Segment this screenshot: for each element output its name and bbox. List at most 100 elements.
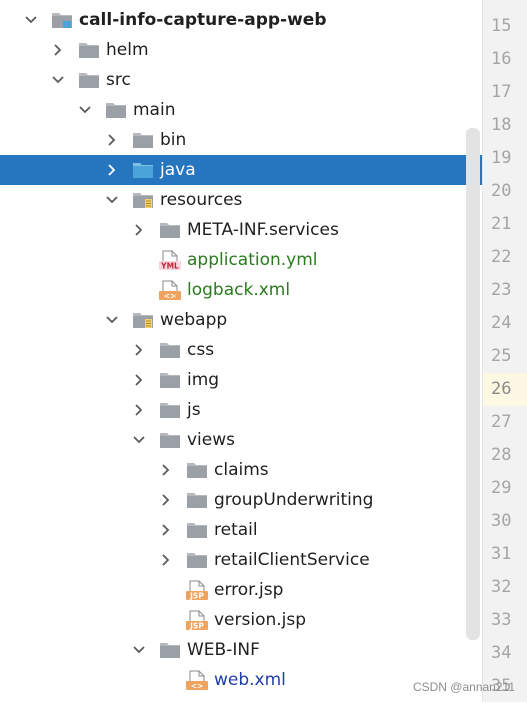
folder-icon: [159, 220, 181, 240]
yml-file-icon: YML: [159, 250, 181, 270]
line-number: 25: [491, 346, 512, 366]
tree-item-label: views: [187, 430, 236, 450]
tree-item-claims[interactable]: claims: [0, 455, 482, 485]
line-number: 26: [483, 373, 527, 406]
line-number: 24: [491, 313, 512, 333]
line-number: 32: [491, 577, 512, 597]
svg-text:<>: <>: [164, 292, 177, 301]
line-number: 21: [491, 214, 512, 234]
svg-text:JSP: JSP: [189, 592, 204, 601]
chevron-down-icon[interactable]: [48, 65, 68, 95]
chevron-right-icon[interactable]: [102, 125, 122, 155]
chevron-right-icon[interactable]: [156, 515, 176, 545]
tree-item-application-yml[interactable]: YML application.yml: [0, 245, 482, 275]
folder-icon: [132, 130, 154, 150]
folder-icon: [186, 460, 208, 480]
tree-item-label: retail: [214, 520, 258, 540]
chevron-right-icon[interactable]: [129, 365, 149, 395]
chevron-right-icon[interactable]: [48, 35, 68, 65]
line-number: 33: [491, 610, 512, 630]
tree-item-label: call-info-capture-app-web: [79, 10, 327, 30]
tree-item-resources[interactable]: resources: [0, 185, 482, 215]
line-number: 17: [491, 82, 512, 102]
source-folder-icon: [132, 160, 154, 180]
line-number: 23: [491, 280, 512, 300]
tree-item-label: bin: [160, 130, 187, 150]
xml-file-icon: <>: [186, 670, 208, 690]
svg-text:JSP: JSP: [189, 622, 204, 631]
tree-item-error-jsp[interactable]: JSP error.jsp: [0, 575, 482, 605]
line-number: 28: [491, 445, 512, 465]
tree-item-main[interactable]: main: [0, 95, 482, 125]
folder-icon: [159, 400, 181, 420]
tree-item-views[interactable]: views: [0, 425, 482, 455]
tree-item-version-jsp[interactable]: JSP version.jsp: [0, 605, 482, 635]
line-number: 18: [491, 115, 512, 135]
line-number: 31: [491, 544, 512, 564]
web-folder-icon: [132, 310, 154, 330]
tree-item-web-inf[interactable]: WEB-INF: [0, 635, 482, 665]
line-number: 20: [491, 181, 512, 201]
tree-item-bin[interactable]: bin: [0, 125, 482, 155]
tree-item-label: logback.xml: [187, 280, 291, 300]
jsp-file-icon: JSP: [186, 580, 208, 600]
chevron-right-icon[interactable]: [129, 215, 149, 245]
chevron-down-icon[interactable]: [102, 185, 122, 215]
tree-item-java[interactable]: java: [0, 155, 482, 185]
tree-scrollbar[interactable]: [466, 128, 480, 640]
line-number-gutter: 15 16 17 18 19 20 21 22 23 24 25 26 27 28 29 30 31 32 33 34…: [482, 0, 527, 702]
folder-icon: [159, 640, 181, 660]
line-number: 29: [491, 478, 512, 498]
tree-item-label: css: [187, 340, 215, 360]
tree-item-label: version.jsp: [214, 610, 307, 630]
tree-item-label: js: [187, 400, 201, 420]
project-tree[interactable]: call-info-capture-app-web helm src main bin j…: [0, 0, 482, 702]
chevron-down-icon[interactable]: [21, 5, 41, 35]
tree-item-img[interactable]: img: [0, 365, 482, 395]
tree-item-groupunderwriting[interactable]: groupUnderwriting: [0, 485, 482, 515]
tree-item-label: webapp: [160, 310, 228, 330]
tree-item-css[interactable]: css: [0, 335, 482, 365]
chevron-right-icon[interactable]: [156, 485, 176, 515]
chevron-right-icon[interactable]: [129, 395, 149, 425]
tree-item-label: retailClientService: [214, 550, 370, 570]
chevron-down-icon[interactable]: [102, 305, 122, 335]
tree-item-label: claims: [214, 460, 269, 480]
tree-item-label: groupUnderwriting: [214, 490, 374, 510]
line-number: 19: [491, 148, 512, 168]
svg-text:<>: <>: [191, 682, 204, 691]
tree-item-meta-inf-services[interactable]: META-INF.services: [0, 215, 482, 245]
tree-item-web-xml[interactable]: <> web.xml: [0, 665, 482, 695]
tree-item-call-info-capture-app-web[interactable]: call-info-capture-app-web: [0, 5, 482, 35]
tree-item-retailclientservice[interactable]: retailClientService: [0, 545, 482, 575]
line-number: 34: [491, 643, 512, 663]
folder-icon: [159, 370, 181, 390]
resources-folder-icon: [132, 190, 154, 210]
tree-item-js[interactable]: js: [0, 395, 482, 425]
jsp-file-icon: JSP: [186, 610, 208, 630]
chevron-right-icon[interactable]: [156, 545, 176, 575]
line-number: 22: [491, 247, 512, 267]
tree-item-webapp[interactable]: webapp: [0, 305, 482, 335]
chevron-down-icon[interactable]: [129, 635, 149, 665]
tree-item-label: img: [187, 370, 220, 390]
tree-item-label: java: [160, 160, 196, 180]
chevron-down-icon[interactable]: [75, 95, 95, 125]
tree-item-label: error.jsp: [214, 580, 284, 600]
line-number: 30: [491, 511, 512, 531]
chevron-right-icon[interactable]: [129, 335, 149, 365]
tree-item-src[interactable]: src: [0, 65, 482, 95]
chevron-right-icon[interactable]: [156, 455, 176, 485]
line-number: 16: [491, 49, 512, 69]
tree-item-helm[interactable]: helm: [0, 35, 482, 65]
tree-item-label: resources: [160, 190, 243, 210]
tree-item-logback-xml[interactable]: <> logback.xml: [0, 275, 482, 305]
chevron-right-icon[interactable]: [102, 155, 122, 185]
xml-file-icon: <>: [159, 280, 181, 300]
line-number: 27: [491, 412, 512, 432]
tree-item-label: application.yml: [187, 250, 318, 270]
chevron-down-icon[interactable]: [129, 425, 149, 455]
tree-item-retail[interactable]: retail: [0, 515, 482, 545]
watermark: CSDN @annan211: [412, 680, 515, 694]
folder-icon: [186, 550, 208, 570]
